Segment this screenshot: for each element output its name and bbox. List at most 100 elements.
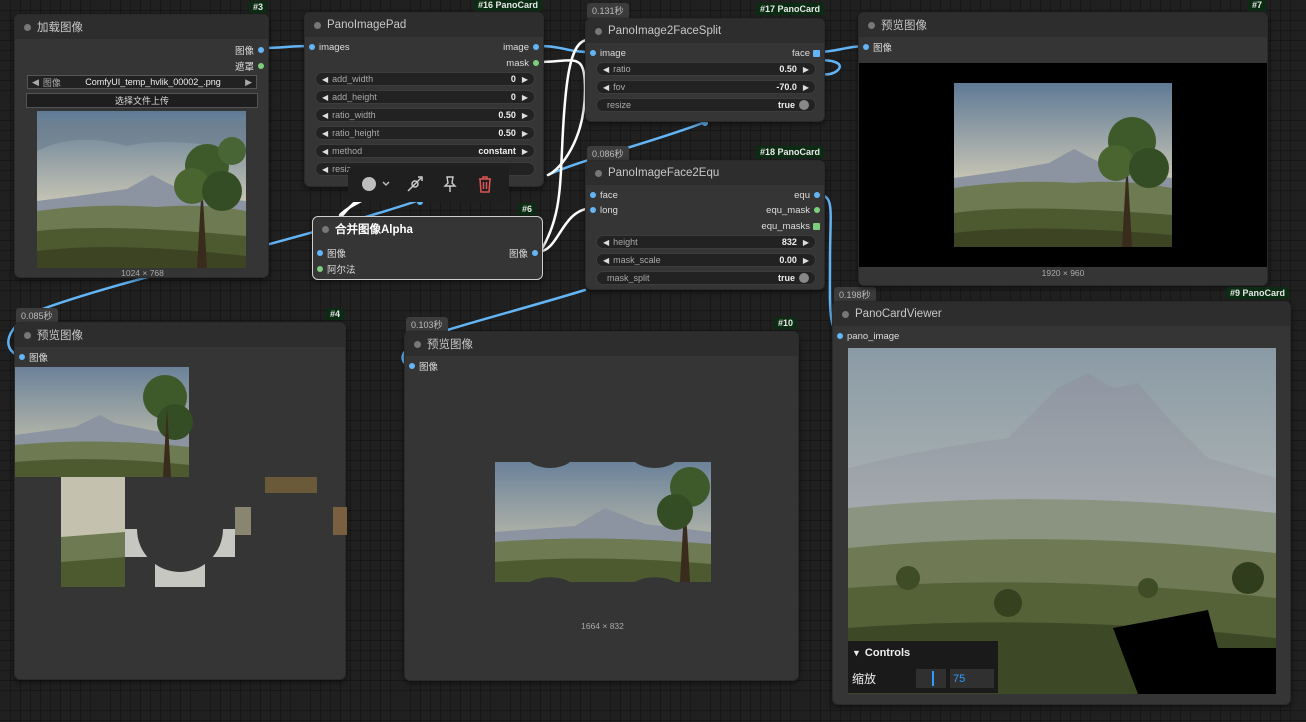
output-image-slot[interactable]: 图像	[509, 246, 542, 260]
input-images-slot[interactable]: images	[305, 40, 350, 54]
node-preview-4[interactable]: 预览图像 图像	[14, 322, 347, 680]
node-title[interactable]: 加载图像	[15, 15, 268, 39]
collapse-dot-icon[interactable]	[595, 28, 602, 35]
widget-method[interactable]: ◀ method constant ▶	[315, 144, 535, 158]
widget-resize-toggle[interactable]: resize true	[596, 98, 816, 112]
node-face2equ[interactable]: PanoImageFace2Equ face equ long equ_mask…	[585, 160, 825, 290]
collapse-dot-icon[interactable]	[322, 226, 329, 233]
output-equ-slot[interactable]: equ	[794, 188, 824, 202]
widget-add-height[interactable]: ◀ add_height 0 ▶	[315, 90, 535, 104]
arrow-left-icon[interactable]: ◀	[32, 77, 39, 88]
widget-ratio-width[interactable]: ◀ ratio_width 0.50 ▶	[315, 108, 535, 122]
node-title[interactable]: 合并图像Alpha	[313, 217, 542, 241]
arrow-right-icon[interactable]: ▶	[803, 83, 809, 92]
input-alpha-slot[interactable]: 阿尔法	[313, 262, 356, 276]
input-image-slot[interactable]: 图像	[15, 350, 48, 364]
arrow-right-icon[interactable]: ▶	[803, 65, 809, 74]
output-equ-masks-slot[interactable]: equ_masks	[761, 219, 824, 233]
port-dot-icon[interactable]	[590, 207, 596, 213]
collapse-dot-icon[interactable]	[414, 341, 421, 348]
arrow-right-icon[interactable]: ▶	[803, 256, 809, 265]
arrow-left-icon[interactable]: ◀	[322, 75, 328, 84]
widget-mask-split[interactable]: mask_split true	[596, 271, 816, 285]
widget-mask-scale[interactable]: ◀ mask_scale 0.00 ▶	[596, 253, 816, 267]
port-dot-icon[interactable]	[309, 44, 315, 50]
chevron-down-icon[interactable]: ▼	[852, 648, 861, 658]
node-preview-7[interactable]: 预览图像 图像 1920 × 960	[858, 12, 1268, 286]
node-title[interactable]: PanoImage2FaceSplit	[586, 19, 824, 43]
collapse-dot-icon[interactable]	[595, 170, 602, 177]
port-dot-icon[interactable]	[258, 47, 264, 53]
port-dot-icon[interactable]	[837, 333, 843, 339]
output-mask-slot[interactable]: 遮罩	[235, 59, 268, 73]
controls-header[interactable]: ▼ Controls	[848, 641, 998, 664]
grid-port-icon[interactable]	[813, 223, 820, 230]
node-pano-image-pad[interactable]: PanoImagePad images image mask ◀ add_widt…	[304, 12, 544, 187]
port-dot-icon[interactable]	[814, 207, 820, 213]
port-dot-icon[interactable]	[317, 250, 323, 256]
node-title[interactable]: PanoCardViewer	[833, 302, 1290, 326]
input-long-slot[interactable]: long	[586, 203, 618, 217]
zoom-input[interactable]: 75	[950, 669, 995, 688]
grid-port-icon[interactable]	[813, 50, 820, 57]
port-dot-icon[interactable]	[533, 60, 539, 66]
arrow-left-icon[interactable]: ◀	[322, 111, 328, 120]
collapse-dot-icon[interactable]	[314, 22, 321, 29]
widget-height[interactable]: ◀ height 832 ▶	[596, 235, 816, 249]
pin-icon[interactable]	[439, 173, 461, 195]
port-dot-icon[interactable]	[532, 250, 538, 256]
output-face-slot[interactable]: face	[792, 46, 824, 60]
port-dot-icon[interactable]	[19, 354, 25, 360]
toggle-knob-icon[interactable]	[799, 273, 809, 283]
output-mask-slot[interactable]: mask	[506, 56, 543, 70]
input-image-slot[interactable]: 图像	[859, 40, 892, 54]
arrow-right-icon[interactable]: ▶	[522, 111, 528, 120]
widget-fov[interactable]: ◀ fov -70.0 ▶	[596, 80, 816, 94]
arrow-left-icon[interactable]: ◀	[322, 165, 328, 174]
port-dot-icon[interactable]	[863, 44, 869, 50]
output-image-slot[interactable]: image	[503, 40, 543, 54]
node-title[interactable]: 预览图像	[15, 323, 345, 347]
arrow-left-icon[interactable]: ◀	[322, 129, 328, 138]
output-image-slot[interactable]: 图像	[235, 43, 268, 57]
port-dot-icon[interactable]	[317, 266, 323, 272]
arrow-left-icon[interactable]: ◀	[322, 93, 328, 102]
bypass-link-icon[interactable]	[404, 173, 426, 195]
collapse-dot-icon[interactable]	[868, 22, 875, 29]
node-title[interactable]: PanoImagePad	[305, 13, 543, 37]
node-face-split[interactable]: PanoImage2FaceSplit image face ◀ ratio 0.5…	[585, 18, 825, 122]
collapse-dot-icon[interactable]	[842, 311, 849, 318]
input-image-slot[interactable]: image	[586, 46, 626, 60]
port-dot-icon[interactable]	[590, 192, 596, 198]
node-merge-image-alpha[interactable]: 合并图像Alpha 图像 图像 阿尔法	[312, 216, 543, 280]
arrow-left-icon[interactable]: ◀	[322, 147, 328, 156]
arrow-left-icon[interactable]: ◀	[603, 238, 609, 247]
input-image-slot[interactable]: 图像	[313, 246, 346, 260]
collapse-dot-icon[interactable]	[24, 332, 31, 339]
arrow-right-icon[interactable]: ▶	[522, 129, 528, 138]
arrow-left-icon[interactable]: ◀	[603, 83, 609, 92]
node-load-image[interactable]: 加载图像 图像 遮罩 ◀ 图像 ComfyUI_temp_hvlik_00002…	[14, 14, 269, 278]
arrow-left-icon[interactable]: ◀	[603, 65, 609, 74]
arrow-left-icon[interactable]: ◀	[603, 256, 609, 265]
arrow-right-icon[interactable]: ▶	[245, 77, 252, 88]
widget-add-width[interactable]: ◀ add_width 0 ▶	[315, 72, 535, 86]
trash-icon[interactable]	[474, 173, 496, 195]
input-pano-image-slot[interactable]: pano_image	[833, 329, 899, 343]
zoom-slider[interactable]	[916, 669, 947, 688]
port-dot-icon[interactable]	[258, 63, 264, 69]
output-equ-mask-slot[interactable]: equ_mask	[766, 203, 824, 217]
port-dot-icon[interactable]	[590, 50, 596, 56]
upload-button[interactable]: 选择文件上传	[26, 93, 258, 108]
widget-ratio-height[interactable]: ◀ ratio_height 0.50 ▶	[315, 126, 535, 140]
color-circle-icon[interactable]	[361, 173, 391, 195]
port-dot-icon[interactable]	[533, 44, 539, 50]
widget-ratio[interactable]: ◀ ratio 0.50 ▶	[596, 62, 816, 76]
arrow-right-icon[interactable]: ▶	[522, 93, 528, 102]
image-combo[interactable]: ◀ 图像 ComfyUI_temp_hvlik_00002_.png ▶	[27, 75, 257, 89]
collapse-dot-icon[interactable]	[24, 24, 31, 31]
node-title[interactable]: PanoImageFace2Equ	[586, 161, 824, 185]
arrow-right-icon[interactable]: ▶	[522, 75, 528, 84]
node-title[interactable]: 预览图像	[405, 332, 798, 356]
port-dot-icon[interactable]	[814, 192, 820, 198]
